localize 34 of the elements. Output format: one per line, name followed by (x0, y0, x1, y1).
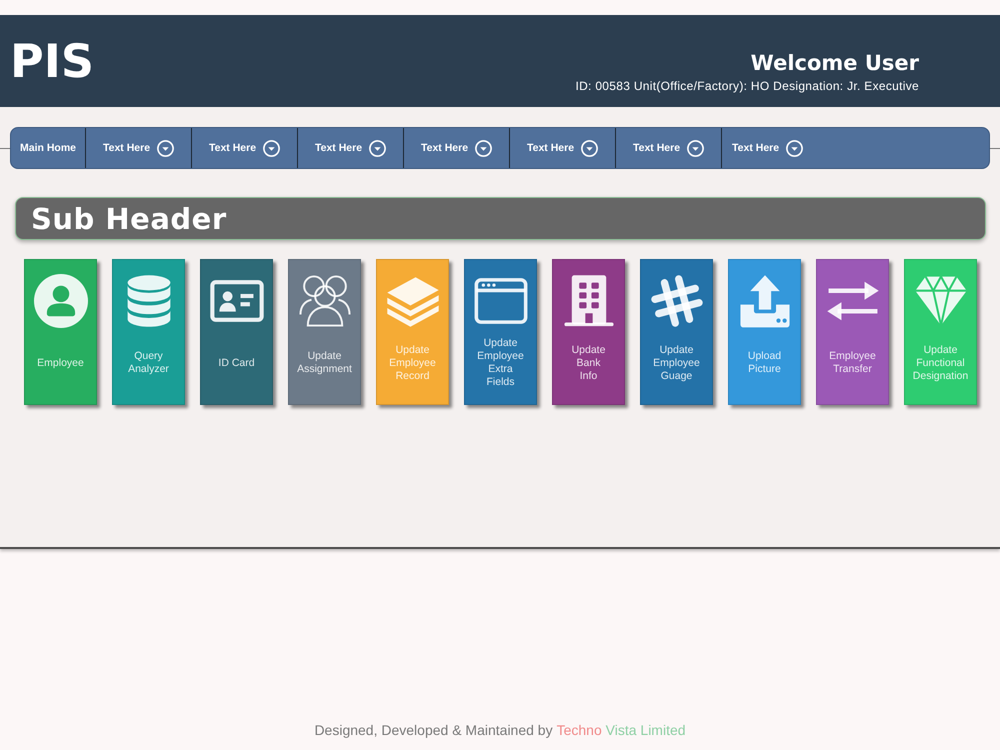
menu-tile[interactable]: Update Bank Info (552, 259, 625, 405)
footer-credit-text: Designed, Developed & Maintained by (314, 722, 553, 738)
upload-icon (738, 274, 792, 328)
menu-tile[interactable]: Update Employee Guage (640, 259, 713, 405)
welcome-text: Welcome User (750, 50, 919, 76)
nav-dropdown-button[interactable]: Text Here (722, 128, 989, 168)
user-circle-icon (34, 274, 88, 328)
nav-dropdown-button[interactable]: Text Here (510, 128, 616, 168)
app-title: PIS (10, 34, 94, 88)
caret-down-circle-icon (369, 140, 386, 156)
building-icon (562, 274, 616, 328)
sub-header-title: Sub Header (31, 200, 227, 236)
nav-dropdown-button[interactable]: Text Here (404, 128, 510, 168)
nav-dropdown-button[interactable]: Text Here (616, 128, 722, 168)
menu-tile[interactable]: Query Analyzer (112, 259, 185, 405)
menu-tile[interactable]: Upload Picture (728, 259, 801, 405)
nav-link[interactable]: Main Home (11, 128, 86, 168)
nav-dropdown-button[interactable]: Text Here (192, 128, 298, 168)
menu-tile[interactable]: Update Assignment (288, 259, 361, 405)
hashtag-icon (650, 274, 704, 328)
nav-dropdown-button[interactable]: Text Here (86, 128, 192, 168)
user-details-text: ID: 00583 Unit(Office/Factory): HO Designation: Jr. Executive (575, 79, 919, 93)
caret-down-circle-icon (263, 140, 280, 156)
caret-down-circle-icon (687, 140, 704, 156)
menu-tile[interactable]: Update Employee Extra Fields (464, 259, 537, 405)
caret-down-circle-icon (475, 140, 492, 156)
users-icon (298, 274, 352, 328)
menu-tile[interactable]: Employee Transfer (816, 259, 889, 405)
caret-down-circle-icon (157, 140, 174, 156)
caret-down-circle-icon (581, 140, 598, 156)
diamond-icon (914, 274, 968, 328)
caret-down-circle-icon (786, 140, 804, 156)
nav-dropdown-button[interactable]: Text Here (298, 128, 404, 168)
menu-tile[interactable]: ID Card (200, 259, 273, 405)
